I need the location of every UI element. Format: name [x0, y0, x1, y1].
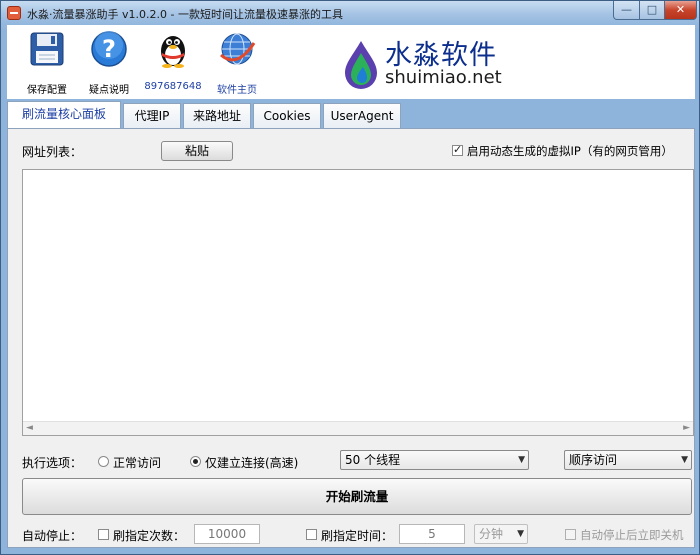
- water-drop-logo-icon: [345, 41, 377, 89]
- scroll-right-icon[interactable]: ►: [683, 423, 690, 433]
- homepage-label: 软件主页: [217, 85, 257, 96]
- globe-icon: [220, 33, 256, 65]
- auto-stop-label: 自动停止：: [22, 529, 83, 543]
- stop-time-checkbox[interactable]: [306, 529, 317, 540]
- tab-core-panel[interactable]: 刷流量核心面板: [7, 101, 121, 129]
- shutdown-label[interactable]: 自动停止后立即关机: [580, 527, 684, 543]
- horizontal-scrollbar[interactable]: ◄ ►: [23, 421, 693, 435]
- stop-count-checkbox[interactable]: [98, 529, 109, 540]
- qq-contact-button[interactable]: 897687648: [143, 29, 203, 92]
- help-question-icon: ?: [91, 31, 127, 67]
- connect-only-radio[interactable]: [190, 456, 201, 467]
- connect-only-label[interactable]: 仅建立连接(高速): [205, 454, 298, 471]
- chevron-down-icon: ▼: [518, 455, 525, 465]
- start-traffic-button[interactable]: 开始刷流量: [22, 478, 692, 515]
- window-title: 水淼·流量暴涨助手 v1.0.2.0 - 一款短时间让流量极速暴涨的工具: [27, 8, 343, 21]
- svg-text:?: ?: [102, 35, 116, 63]
- chevron-down-icon: ▼: [681, 455, 688, 465]
- floppy-disk-icon: [30, 32, 64, 66]
- tab-bar: 刷流量核心面板 代理IP 来路地址 Cookies UserAgent: [7, 101, 695, 129]
- stop-time-input[interactable]: 5: [399, 524, 465, 544]
- help-button[interactable]: ? 疑点说明: [79, 29, 139, 96]
- shutdown-checkbox[interactable]: [565, 529, 576, 540]
- logo-english-text: shuimiao.net: [385, 67, 502, 88]
- qq-penguin-icon: [161, 36, 185, 68]
- tab-cookies[interactable]: Cookies: [253, 103, 321, 129]
- dynamic-ip-checkbox[interactable]: [452, 143, 463, 156]
- tab-proxy-ip[interactable]: 代理IP: [123, 103, 181, 129]
- main-window: 水淼·流量暴涨助手 v1.0.2.0 - 一款短时间让流量极速暴涨的工具 — □…: [0, 0, 700, 555]
- time-unit-select-value: 分钟: [479, 527, 504, 541]
- qq-number-label: 897687648: [144, 81, 202, 92]
- title-bar[interactable]: 水淼·流量暴涨助手 v1.0.2.0 - 一款短时间让流量极速暴涨的工具 — □…: [1, 1, 699, 25]
- url-list-label: 网址列表：: [22, 145, 83, 159]
- help-label: 疑点说明: [89, 85, 129, 96]
- visit-order-select-value: 顺序访问: [569, 453, 618, 467]
- stop-count-input[interactable]: 10000: [194, 524, 260, 544]
- core-panel: 网址列表： 粘贴 启用动态生成的虚拟IP（有的网页管用） ◄ ► 执行选项： 正…: [7, 128, 695, 548]
- homepage-button[interactable]: 软件主页: [207, 29, 267, 96]
- toolbar: 保存配置 ? 疑点说明 897687648 软件主页 水淼软件 shuimiao…: [7, 25, 695, 99]
- threads-select[interactable]: 50 个线程 ▼: [340, 450, 529, 470]
- app-icon: [7, 6, 21, 20]
- close-button[interactable]: ✕: [664, 1, 697, 20]
- scroll-left-icon[interactable]: ◄: [26, 423, 33, 433]
- stop-count-label[interactable]: 刷指定次数：: [113, 527, 185, 544]
- normal-visit-radio[interactable]: [98, 456, 109, 467]
- tab-useragent[interactable]: UserAgent: [323, 103, 401, 129]
- stop-time-label[interactable]: 刷指定时间：: [321, 527, 393, 544]
- minimize-button[interactable]: —: [613, 1, 640, 20]
- visit-order-select[interactable]: 顺序访问 ▼: [564, 450, 692, 470]
- paste-button[interactable]: 粘贴: [161, 141, 233, 161]
- time-unit-select[interactable]: 分钟 ▼: [474, 524, 528, 544]
- chevron-down-icon: ▼: [517, 529, 524, 539]
- save-config-button[interactable]: 保存配置: [17, 29, 77, 96]
- normal-visit-label[interactable]: 正常访问: [113, 454, 161, 471]
- exec-options-label: 执行选项：: [22, 456, 83, 470]
- dynamic-ip-label[interactable]: 启用动态生成的虚拟IP（有的网页管用）: [467, 143, 673, 159]
- maximize-button[interactable]: □: [639, 1, 665, 20]
- url-list-textarea[interactable]: ◄ ►: [22, 169, 694, 436]
- shuimiao-logo[interactable]: 水淼软件 shuimiao.net: [341, 33, 521, 93]
- threads-select-value: 50 个线程: [345, 453, 401, 467]
- tab-referer[interactable]: 来路地址: [183, 103, 251, 129]
- save-config-label: 保存配置: [27, 85, 67, 96]
